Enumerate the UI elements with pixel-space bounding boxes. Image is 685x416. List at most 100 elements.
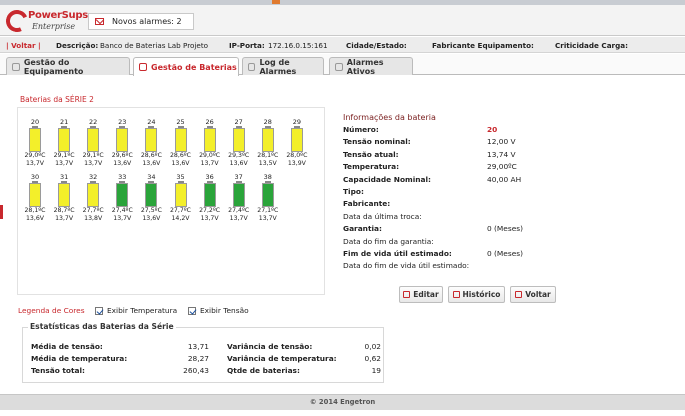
battery-item[interactable]: 22 29,1ºC 13,7V [79,118,107,168]
tab-gestao-baterias[interactable]: Gestão de Baterias [133,57,239,76]
battery-item[interactable]: 21 29,1ºC 13,7V [50,118,78,168]
battery-item[interactable]: 31 28,7ºC 13,7V [50,173,78,223]
left-edge-marker [0,205,3,219]
battery-voltage: 13,9V [287,160,306,167]
battery-item[interactable]: 36 27,2ºC 13,7V [196,173,224,223]
battery-item[interactable]: 30 28,1ºC 13,6V [21,173,49,223]
editar-button[interactable]: Editar [399,286,443,303]
ip-label: IP-Porta: [229,41,265,50]
battery-voltage: 13,6V [229,160,248,167]
battery-icon[interactable] [58,128,71,152]
battery-number: 23 [118,118,127,126]
media-tensao-label: Média de tensão: [31,342,103,351]
battery-temperature: 27,2ºC [199,207,221,214]
info-value: 0 (Meses) [487,224,523,234]
history-icon [452,291,460,298]
battery-voltage: 13,6V [142,160,161,167]
tab-label: Gestão de Baterias [151,62,237,72]
checkbox-tensao[interactable] [188,306,196,315]
battery-icon[interactable] [232,128,245,152]
battery-temperature: 29,6ºC [111,152,133,159]
battery-number: 36 [205,173,214,181]
battery-icon[interactable] [145,128,158,152]
tab-bar: Gestão do Equipamento Gestão de Baterias… [0,54,685,76]
battery-icon[interactable] [145,183,158,207]
footer: © 2014 Engetron [0,394,685,410]
battery-icon[interactable] [174,128,187,152]
voltar-link[interactable]: | Voltar | [6,41,41,50]
qtde-label: Qtde de baterias: [227,366,300,375]
battery-item[interactable]: 23 29,6ºC 13,6V [108,118,136,168]
brand-logo[interactable]: PowerSups Enterprise [2,6,88,36]
criticidade-label: Criticidade Carga: [555,41,628,50]
voltar-button[interactable]: Voltar [510,286,556,303]
battery-number: 20 [30,118,40,126]
battery-item[interactable]: 24 28,6ºC 13,6V [137,118,165,168]
battery-icon[interactable] [261,183,274,207]
battery-icon[interactable] [58,183,71,207]
battery-item[interactable]: 35 27,7ºC 14,2V [167,173,195,223]
battery-icon[interactable] [87,183,100,207]
battery-item[interactable]: 25 28,6ºC 13,6V [167,118,195,168]
battery-icon[interactable] [290,128,303,152]
battery-temperature: 27,4ºC [111,207,133,214]
historico-button[interactable]: Histórico [448,286,505,303]
editar-label: Editar [413,290,439,299]
info-value: 40,00 AH [487,174,522,184]
battery-temperature: 27,5ºC [140,207,162,214]
new-alarms-button[interactable]: Novos alarmes: 2 [88,13,194,30]
battery-voltage: 13,6V [113,160,132,167]
battery-temperature: 27,7ºC [169,207,191,214]
descricao-value: Banco de Baterias Lab Projeto [100,41,209,50]
battery-item[interactable]: 20 29,0ºC 13,7V [21,118,49,168]
battery-item[interactable]: 34 27,5ºC 13,6V [137,173,165,223]
battery-item[interactable]: 26 29,0ºC 13,7V [196,118,224,168]
battery-item[interactable]: 29 28,0ºC 13,9V [283,118,311,168]
battery-number: 29 [292,118,302,126]
battery-temperature: 28,1ºC [257,152,279,159]
favicon [272,0,280,4]
battery-number: 31 [59,173,69,181]
tab-alarmes-ativos[interactable]: Alarmes Ativos [329,57,413,76]
battery-number: 34 [147,173,156,181]
battery-icon[interactable] [87,128,100,152]
tab-label: Alarmes Ativos [346,57,384,76]
battery-item[interactable]: 27 29,3ºC 13,6V [225,118,253,168]
checkbox-temperatura[interactable] [95,306,103,315]
document-icon [248,62,256,71]
battery-number: 24 [147,118,156,126]
battery-icon[interactable] [116,128,129,152]
toggle-temperatura[interactable]: Exibir Temperatura [95,306,177,315]
battery-voltage: 13,7V [258,215,277,222]
battery-grid: 20 29,0ºC 13,7V 21 29,1ºC 13,7V 22 29,1ºC 13,7V 2… [17,107,325,295]
tab-log-alarmes[interactable]: Log de Alarmes [242,57,324,76]
battery-icon[interactable] [232,183,245,207]
toggle-tensao[interactable]: Exibir Tensão [188,306,249,315]
equipment-infobar: | Voltar | Descrição: Banco de Baterias … [0,37,685,53]
battery-voltage: 13,7V [55,160,74,167]
battery-icon[interactable] [203,128,216,152]
battery-number: 22 [89,118,98,126]
battery-icon[interactable] [174,183,187,207]
battery-icon[interactable] [203,183,216,207]
battery-icon[interactable] [261,128,274,152]
battery-icon[interactable] [29,128,41,152]
battery-item[interactable]: 32 27,7ºC 13,8V [79,173,107,223]
info-label: Tensão nominal: [343,137,411,147]
battery-icon[interactable] [116,183,129,207]
battery-item[interactable]: 38 27,1ºC 13,7V [254,173,282,223]
battery-icon[interactable] [29,183,41,207]
legend-link[interactable]: Legenda de Cores [18,306,85,315]
battery-item[interactable]: 37 27,4ºC 13,7V [225,173,253,223]
checkbox-temperatura-label: Exibir Temperatura [107,306,178,315]
info-label: Fim de vida útil estimado: [343,249,452,258]
battery-item[interactable]: 28 28,1ºC 13,5V [254,118,282,168]
battery-temperature: 29,0ºC [199,152,221,159]
tab-gestao-equipamento[interactable]: Gestão do Equipamento [6,57,130,76]
battery-voltage: 13,6V [25,215,44,222]
battery-voltage: 14,2V [171,215,190,222]
battery-item[interactable]: 33 27,4ºC 13,7V [108,173,136,223]
brand-sub: Enterprise [32,22,76,31]
info-value: 0 (Meses) [487,249,523,258]
serie-title: Baterias da SÉRIE 2 [20,95,94,104]
